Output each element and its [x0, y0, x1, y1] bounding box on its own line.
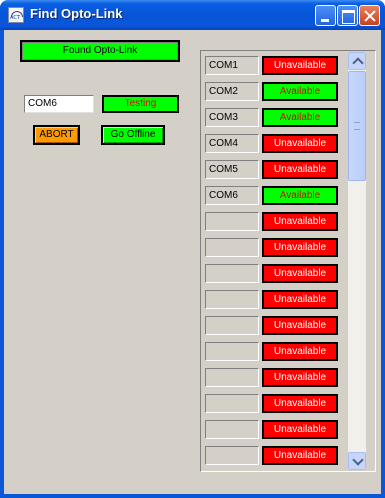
title-bar[interactable]: ACT Find Opto-Link: [0, 0, 385, 30]
port-row: COM2 Available: [205, 82, 345, 101]
port-row: COM1 Unavailable: [205, 56, 345, 75]
testing-indicator: Testing: [102, 95, 179, 113]
abort-button[interactable]: ABORT: [33, 125, 80, 145]
port-status: Unavailable: [262, 264, 338, 283]
port-status: Unavailable: [262, 368, 338, 387]
port-status: Unavailable: [262, 420, 338, 439]
port-row: Unavailable: [205, 368, 345, 387]
scroll-down-icon[interactable]: [348, 452, 366, 470]
port-name: [205, 446, 259, 465]
port-row: Unavailable: [205, 316, 345, 335]
port-row: Unavailable: [205, 342, 345, 361]
window-title: Find Opto-Link: [30, 6, 123, 21]
find-opto-link-window: ACT Find Opto-Link Found Opto-Link COM6 …: [0, 0, 385, 498]
go-offline-button[interactable]: Go Offline: [101, 125, 165, 145]
port-status: Unavailable: [262, 134, 338, 153]
port-status: Available: [262, 82, 338, 101]
port-name: [205, 264, 259, 283]
port-row: Unavailable: [205, 212, 345, 231]
port-status: Unavailable: [262, 316, 338, 335]
port-name: [205, 342, 259, 361]
port-status: Available: [262, 108, 338, 127]
port-name: COM1: [205, 56, 259, 75]
found-status-banner: Found Opto-Link: [20, 40, 180, 62]
port-name: [205, 420, 259, 439]
port-row: Unavailable: [205, 420, 345, 439]
port-name: [205, 212, 259, 231]
port-status: Unavailable: [262, 160, 338, 179]
port-status: Unavailable: [262, 238, 338, 257]
app-icon: ACT: [8, 7, 24, 23]
port-row: COM5 Unavailable: [205, 160, 345, 179]
port-status: Unavailable: [262, 446, 338, 465]
port-row: Unavailable: [205, 238, 345, 257]
port-name: [205, 290, 259, 309]
port-status: Unavailable: [262, 212, 338, 231]
port-row: Unavailable: [205, 290, 345, 309]
scroll-thumb[interactable]: [348, 71, 366, 181]
vertical-scrollbar[interactable]: [348, 52, 366, 470]
scroll-up-icon[interactable]: [348, 52, 366, 70]
port-status: Unavailable: [262, 56, 338, 75]
port-name: [205, 394, 259, 413]
port-row: Unavailable: [205, 446, 345, 465]
port-row: Unavailable: [205, 394, 345, 413]
port-name: COM6: [205, 186, 259, 205]
port-status: Unavailable: [262, 290, 338, 309]
port-row: COM3 Available: [205, 108, 345, 127]
port-field[interactable]: COM6: [24, 95, 94, 113]
port-name: [205, 238, 259, 257]
port-name: COM2: [205, 82, 259, 101]
port-name: COM5: [205, 160, 259, 179]
port-status: Unavailable: [262, 342, 338, 361]
port-name: [205, 316, 259, 335]
close-button[interactable]: [359, 5, 380, 26]
maximize-button[interactable]: [337, 5, 358, 26]
port-status: Available: [262, 186, 338, 205]
port-name: [205, 368, 259, 387]
port-name: COM4: [205, 134, 259, 153]
port-row: Unavailable: [205, 264, 345, 283]
port-name: COM3: [205, 108, 259, 127]
port-row: COM6 Available: [205, 186, 345, 205]
minimize-button[interactable]: [315, 5, 336, 26]
port-row: COM4 Unavailable: [205, 134, 345, 153]
port-status: Unavailable: [262, 394, 338, 413]
